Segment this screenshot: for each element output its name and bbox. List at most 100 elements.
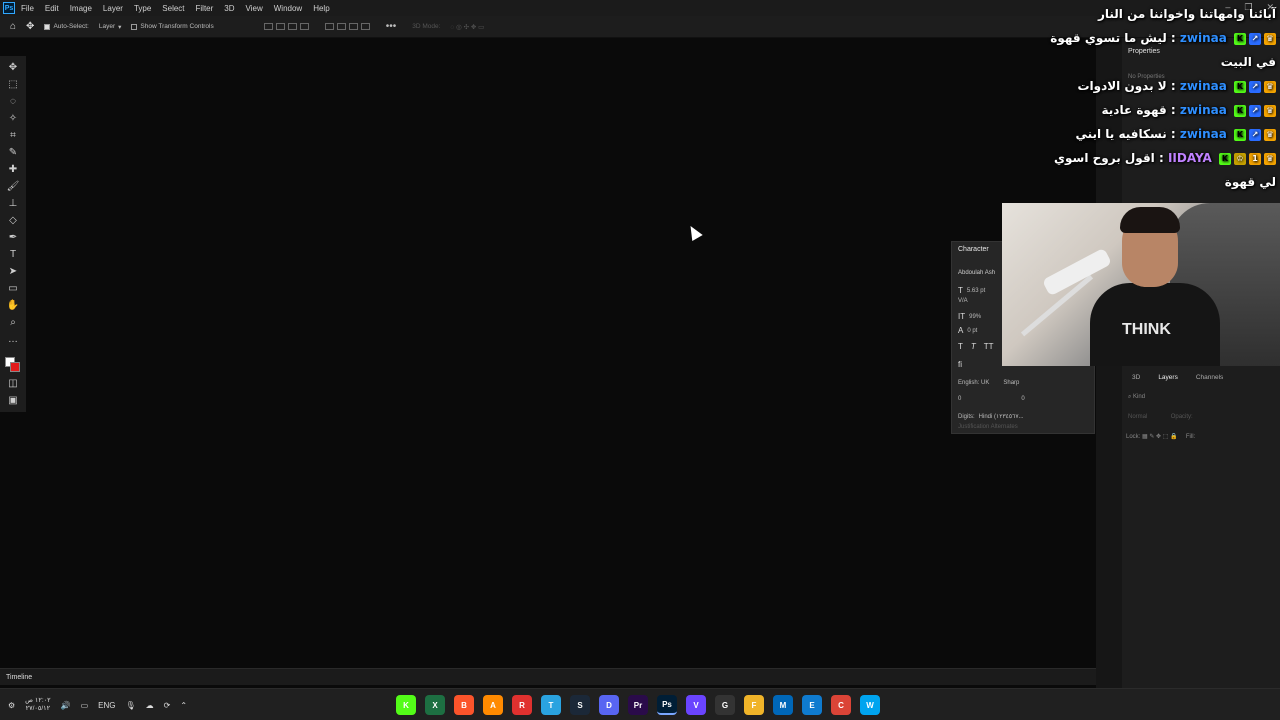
tab-layers[interactable]: Layers — [1158, 374, 1178, 381]
opacity-label: Opacity: — [1170, 414, 1193, 420]
antialias-dropdown[interactable]: Sharp — [1003, 380, 1019, 386]
taskbar-app-icon[interactable]: E — [802, 695, 822, 715]
tools-panel: ✥ ⬚ ◌ ✧ ⌗ ✎ ✚ 🖌 ⊥ ◇ ✒ T ➤ ▭ ✋ ⌕ … ◫ ▣ — [0, 56, 26, 412]
magic-wand-icon[interactable]: ✧ — [6, 111, 20, 125]
all-caps-icon[interactable]: TT — [984, 342, 994, 351]
taskbar-app-icon[interactable]: B — [454, 695, 474, 715]
move-tool-icon[interactable]: ✥ — [6, 60, 20, 74]
healing-brush-icon[interactable]: ✚ — [6, 162, 20, 176]
taskbar-app-icon[interactable]: T — [541, 695, 561, 715]
chat-message: K ↗ ♛ zwinaa : قهوة عادية — [1048, 98, 1280, 122]
stamp-tool-icon[interactable]: ⊥ — [6, 196, 20, 210]
brush-tool-icon[interactable]: 🖌 — [6, 179, 20, 193]
faux-bold-icon[interactable]: T — [958, 342, 963, 351]
screen-mode-icon[interactable]: ▣ — [6, 393, 20, 407]
taskbar-app-icon[interactable]: S — [570, 695, 590, 715]
language-indicator[interactable]: ENG — [98, 701, 115, 710]
taskbar-app-icon[interactable]: X — [425, 695, 445, 715]
menu-layer[interactable]: Layer — [103, 4, 123, 13]
menu-filter[interactable]: Filter — [196, 4, 214, 13]
more-options-icon[interactable]: ••• — [386, 21, 397, 32]
justification-alternates[interactable]: Justification Alternates — [958, 424, 1018, 430]
faux-italic-icon[interactable]: T — [971, 342, 976, 351]
settings-icon[interactable]: ⚙ — [8, 701, 15, 710]
scale-field[interactable]: 99% — [969, 314, 981, 320]
layers-filter-kind[interactable]: ⌕ Kind — [1128, 394, 1145, 401]
show-transform-checkbox[interactable]: Show Transform Controls — [131, 23, 214, 30]
menu-view[interactable]: View — [246, 4, 263, 13]
menu-window[interactable]: Window — [274, 4, 302, 13]
menu-file[interactable]: File — [21, 4, 34, 13]
taskbar-app-icon[interactable]: G — [715, 695, 735, 715]
tab-channels[interactable]: Channels — [1196, 374, 1223, 381]
taskbar-app-icon[interactable]: Pr — [628, 695, 648, 715]
more-tools-icon[interactable]: … — [6, 332, 20, 346]
taskbar-app-icon[interactable]: F — [744, 695, 764, 715]
rectangle-tool-icon[interactable]: ▭ — [6, 281, 20, 295]
menu-select[interactable]: Select — [162, 4, 184, 13]
chat-message: K ♔ 1 ♛ IIDAYA : اقول بروح اسوي لي قهوة — [1054, 151, 1276, 189]
clock[interactable]: ١٢:٠٢ ص ٢٧/٠٥/١٢ — [25, 697, 50, 713]
refresh-icon[interactable]: ⟳ — [164, 701, 171, 710]
menu-image[interactable]: Image — [70, 4, 92, 13]
chevron-up-icon[interactable]: ⌃ — [180, 701, 187, 710]
baseline-field[interactable]: 0 pt — [967, 328, 977, 334]
taskbar-app-icon[interactable]: V — [686, 695, 706, 715]
auto-select-label: Auto-Select: — [53, 23, 89, 30]
kick-badge-icon: K — [1234, 128, 1246, 141]
taskbar-app-icon[interactable]: M — [773, 695, 793, 715]
auto-select-dropdown[interactable]: Layer ▾ — [99, 23, 122, 31]
align-icons[interactable] — [263, 23, 309, 30]
zoom-tool-icon[interactable]: ⌕ — [6, 315, 20, 329]
taskbar-app-icon[interactable]: K — [396, 695, 416, 715]
taskbar-app-icon[interactable]: R — [512, 695, 532, 715]
chat-badges: K ↗ ♛ — [1234, 104, 1276, 117]
auto-select-checkbox[interactable]: Auto-Select: — [44, 23, 89, 30]
digits-label: Digits: — [958, 413, 975, 420]
taskbar-app-icon[interactable]: W — [860, 695, 880, 715]
timeline-label[interactable]: Timeline — [6, 674, 32, 681]
character-panel-title[interactable]: Character — [958, 246, 989, 253]
move-tool-icon[interactable]: ✥ — [26, 21, 34, 32]
taskbar-app-icon[interactable]: A — [483, 695, 503, 715]
volume-icon[interactable]: 🔊 — [61, 701, 71, 710]
hand-tool-icon[interactable]: ✋ — [6, 298, 20, 312]
taskbar-app-icon[interactable]: C — [831, 695, 851, 715]
ligature-icon[interactable]: fi — [958, 360, 962, 369]
menu-help[interactable]: Help — [313, 4, 329, 13]
onedrive-icon[interactable]: ☁ — [146, 701, 154, 710]
language-dropdown[interactable]: English: UK — [958, 380, 989, 386]
menu-type[interactable]: Type — [134, 4, 151, 13]
crown-badge-icon: ♛ — [1264, 80, 1276, 93]
document-canvas[interactable] — [26, 38, 1094, 666]
pen-tool-icon[interactable]: ✒ — [6, 230, 20, 244]
home-icon[interactable]: ⌂ — [10, 21, 16, 32]
background-color-swatch[interactable] — [10, 362, 20, 372]
microphone-icon[interactable]: 🎙 — [126, 701, 136, 710]
menu-3d[interactable]: 3D — [224, 4, 234, 13]
menu-edit[interactable]: Edit — [45, 4, 59, 13]
chat-message: آبائنا وامهاتنا واخواننا من النار — [1097, 7, 1276, 21]
type-tool-icon[interactable]: T — [6, 247, 20, 261]
font-family-field[interactable]: Abdoulah Ash — [958, 270, 995, 276]
font-size-field[interactable]: 5.63 pt — [967, 288, 985, 294]
digits-dropdown[interactable]: Hindi (١٢٣٤٥٦٧... — [979, 413, 1024, 420]
blend-mode-dropdown[interactable]: Normal Opacity: — [1128, 414, 1193, 420]
marquee-tool-icon[interactable]: ⬚ — [6, 77, 20, 91]
distribute-icons[interactable] — [324, 23, 370, 30]
lasso-tool-icon[interactable]: ◌ — [6, 94, 20, 108]
taskbar-app-icon[interactable]: Ps — [657, 695, 677, 715]
indent-left-field[interactable]: 0 — [958, 396, 961, 402]
color-swatches[interactable] — [3, 349, 23, 373]
sub-badge-icon: ↗ — [1249, 128, 1261, 141]
tab-3d[interactable]: 3D — [1132, 374, 1140, 381]
indent-right-field[interactable]: 0 — [1021, 396, 1024, 402]
eyedropper-icon[interactable]: ✎ — [6, 145, 20, 159]
path-select-icon[interactable]: ➤ — [6, 264, 20, 278]
taskbar-app-icon[interactable]: D — [599, 695, 619, 715]
eraser-tool-icon[interactable]: ◇ — [6, 213, 20, 227]
quick-mask-icon[interactable]: ◫ — [6, 376, 20, 390]
system-tray: ⚙ ١٢:٠٢ ص ٢٧/٠٥/١٢ 🔊 ▭ ENG 🎙 ☁ ⟳ ⌃ — [8, 697, 187, 713]
crop-tool-icon[interactable]: ⌗ — [6, 128, 20, 142]
network-icon[interactable]: ▭ — [81, 701, 89, 710]
